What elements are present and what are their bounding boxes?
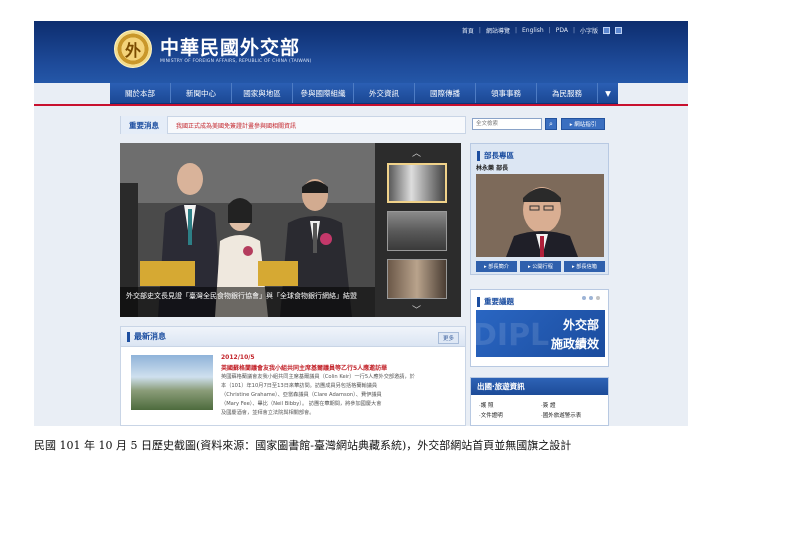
minister-photo[interactable] bbox=[476, 174, 604, 257]
thumbs-up-arrow-icon[interactable]: ︿ bbox=[412, 146, 421, 159]
news-date: 2012/10/5 bbox=[221, 354, 255, 361]
ministry-seal-logo[interactable]: 外 bbox=[114, 30, 152, 68]
nav-item-consular[interactable]: 領事事務 bbox=[476, 83, 537, 103]
nav-item-public-service[interactable]: 為民服務 bbox=[537, 83, 598, 103]
thumbnail-3[interactable] bbox=[387, 259, 447, 299]
section-marker-icon bbox=[477, 150, 480, 161]
thumbnail-1[interactable] bbox=[387, 163, 447, 203]
hero-caption[interactable]: 外交部史文長見證「臺灣全民食物銀行協會」與「全球食物銀行網絡」結盟 bbox=[120, 287, 375, 317]
top-link-english[interactable]: English bbox=[522, 27, 544, 34]
minister-mailbox-link[interactable]: ▸ 部長信箱 bbox=[564, 261, 605, 272]
news-photo[interactable] bbox=[131, 355, 213, 410]
minister-schedule-link[interactable]: ▸ 公開行程 bbox=[520, 261, 561, 272]
thumbnail-2[interactable] bbox=[387, 211, 447, 251]
nav-item-diplomacy-info[interactable]: 外交資訊 bbox=[354, 83, 415, 103]
key-issues-header: 重要議題 bbox=[477, 296, 514, 307]
latest-news-panel: 最新消息 更多 2012/10/5 英國蘇格蘭議會友我小組共同主席基爾議員等乙行… bbox=[120, 326, 466, 426]
travel-link-documents[interactable]: ‧文件證明 bbox=[479, 411, 503, 419]
top-links: 首頁 | 網站導覽 | English | PDA | 小字版 bbox=[462, 26, 622, 35]
logo-glyph: 外 bbox=[124, 41, 141, 60]
news-body-line: （Mary Fee）、畢比（Neil Bibby）。 訪團在華期間，將參加國慶大… bbox=[221, 401, 382, 407]
minister-panel-title: 部長專區 bbox=[484, 151, 514, 160]
banner-watermark: DIPL bbox=[476, 318, 550, 353]
travel-info-header: 出國‧旅遊資訊 bbox=[471, 378, 608, 395]
more-news-button[interactable]: 更多 bbox=[437, 332, 459, 344]
minister-portrait bbox=[476, 174, 604, 257]
latest-news-header: 最新消息 bbox=[121, 327, 465, 347]
divider: | bbox=[514, 27, 517, 34]
latest-news-title: 最新消息 bbox=[134, 332, 166, 341]
carousel-dot[interactable] bbox=[582, 296, 586, 300]
important-news-link[interactable]: 我國正式成為美國免簽證計畫參與國相關資訊 bbox=[168, 121, 296, 130]
minister-name: 林永樂 部長 bbox=[476, 165, 509, 172]
divider: | bbox=[478, 27, 481, 34]
nav-item-news[interactable]: 新聞中心 bbox=[171, 83, 232, 103]
site-guide-button[interactable]: ▸ 網站指引 bbox=[561, 118, 605, 130]
fulltext-search-input[interactable] bbox=[472, 118, 542, 130]
minister-bio-link[interactable]: ▸ 部長簡介 bbox=[476, 261, 517, 272]
important-news-tab[interactable]: 重要消息 bbox=[121, 116, 168, 134]
news-body-line: 本（101）年10月7日至13日來華訪問。訪團成員另包括格蘭翰議員 bbox=[221, 383, 378, 389]
top-link-small-font[interactable]: 小字版 bbox=[580, 26, 598, 35]
divider: | bbox=[548, 27, 551, 34]
search-button[interactable]: ⌕ bbox=[545, 118, 557, 130]
nav-item-intl-communication[interactable]: 國際傳播 bbox=[415, 83, 476, 103]
divider: | bbox=[572, 27, 575, 34]
nav-accent-line bbox=[34, 104, 688, 106]
thumbs-down-arrow-icon[interactable]: ﹀ bbox=[412, 303, 421, 316]
hero-thumbnails: ︿ ﹀ bbox=[375, 143, 461, 317]
carousel-dots bbox=[582, 296, 600, 300]
nav-item-intl-orgs[interactable]: 參與國際組織 bbox=[293, 83, 354, 103]
news-body-line: 及國慶酒會，並拜會立法院與相關部會。 bbox=[221, 410, 315, 416]
nav-expand-icon[interactable]: ▼ bbox=[598, 83, 618, 103]
nav-item-about[interactable]: 關於本部 bbox=[110, 83, 171, 103]
main-nav: 關於本部 新聞中心 國家與地區 參與國際組織 外交資訊 國際傳播 領事事務 為民… bbox=[110, 83, 618, 104]
section-marker-icon bbox=[127, 331, 130, 342]
top-link-home[interactable]: 首頁 bbox=[462, 26, 474, 35]
minister-panel: 部長專區 林永樂 部長 ▸ 部長簡介 ▸ 公開行程 ▸ 部長信箱 bbox=[470, 143, 609, 275]
share-icon[interactable] bbox=[615, 27, 622, 34]
site-subtitle: MINISTRY OF FOREIGN AFFAIRS, REPUBLIC OF… bbox=[160, 59, 312, 64]
news-body-line: 英國蘇格蘭議會友我小組共同主席基爾議員（Colin Keir）一行5人應外交部邀… bbox=[221, 374, 415, 380]
minister-panel-header: 部長專區 bbox=[477, 150, 514, 161]
key-issues-title: 重要議題 bbox=[484, 297, 514, 306]
travel-link-passport[interactable]: ‧護 照 bbox=[479, 401, 494, 409]
news-headline-link[interactable]: 英國蘇格蘭議會友我小組共同主席基爾議員等乙行5人應邀訪華 bbox=[221, 363, 387, 372]
travel-link-visa[interactable]: ‧簽 證 bbox=[541, 401, 556, 409]
banner-line-2: 施政績效 bbox=[550, 337, 599, 351]
section-marker-icon bbox=[477, 296, 480, 307]
nav-item-countries[interactable]: 國家與地區 bbox=[232, 83, 293, 103]
site-title[interactable]: 中華民國外交部 bbox=[160, 33, 300, 60]
figure-caption: 民國 101 年 10 月 5 日歷史截圖(資料來源：國家圖書館-臺灣網站典藏系… bbox=[34, 439, 572, 452]
travel-link-warnings[interactable]: ‧國外旅遊警示表 bbox=[541, 411, 581, 419]
minister-links: ▸ 部長簡介 ▸ 公開行程 ▸ 部長信箱 bbox=[476, 261, 605, 272]
key-issues-panel: 重要議題 DIPL 外交部 施政績效 bbox=[470, 289, 609, 367]
website-screenshot: 外 中華民國外交部 MINISTRY OF FOREIGN AFFAIRS, R… bbox=[34, 21, 688, 426]
top-link-pda[interactable]: PDA bbox=[556, 27, 568, 34]
policy-performance-banner[interactable]: DIPL 外交部 施政績效 bbox=[476, 310, 605, 357]
banner-line-1: 外交部 bbox=[562, 318, 599, 332]
site-header: 外 中華民國外交部 MINISTRY OF FOREIGN AFFAIRS, R… bbox=[34, 21, 688, 83]
hero-slideshow[interactable]: 外交部史文長見證「臺灣全民食物銀行協會」與「全球食物銀行網絡」結盟 bbox=[120, 143, 375, 317]
news-body-line: （Christine Grahame）、亞當森議員（Clare Adamson）… bbox=[221, 392, 382, 398]
top-link-sitemap[interactable]: 網站導覽 bbox=[486, 26, 510, 35]
rss-icon[interactable] bbox=[603, 27, 610, 34]
carousel-dot[interactable] bbox=[589, 296, 593, 300]
carousel-dot[interactable] bbox=[596, 296, 600, 300]
travel-info-panel: 出國‧旅遊資訊 ‧護 照 ‧簽 證 ‧文件證明 ‧國外旅遊警示表 bbox=[470, 377, 609, 426]
important-news-bar: 重要消息 我國正式成為美國免簽證計畫參與國相關資訊 bbox=[120, 116, 466, 134]
